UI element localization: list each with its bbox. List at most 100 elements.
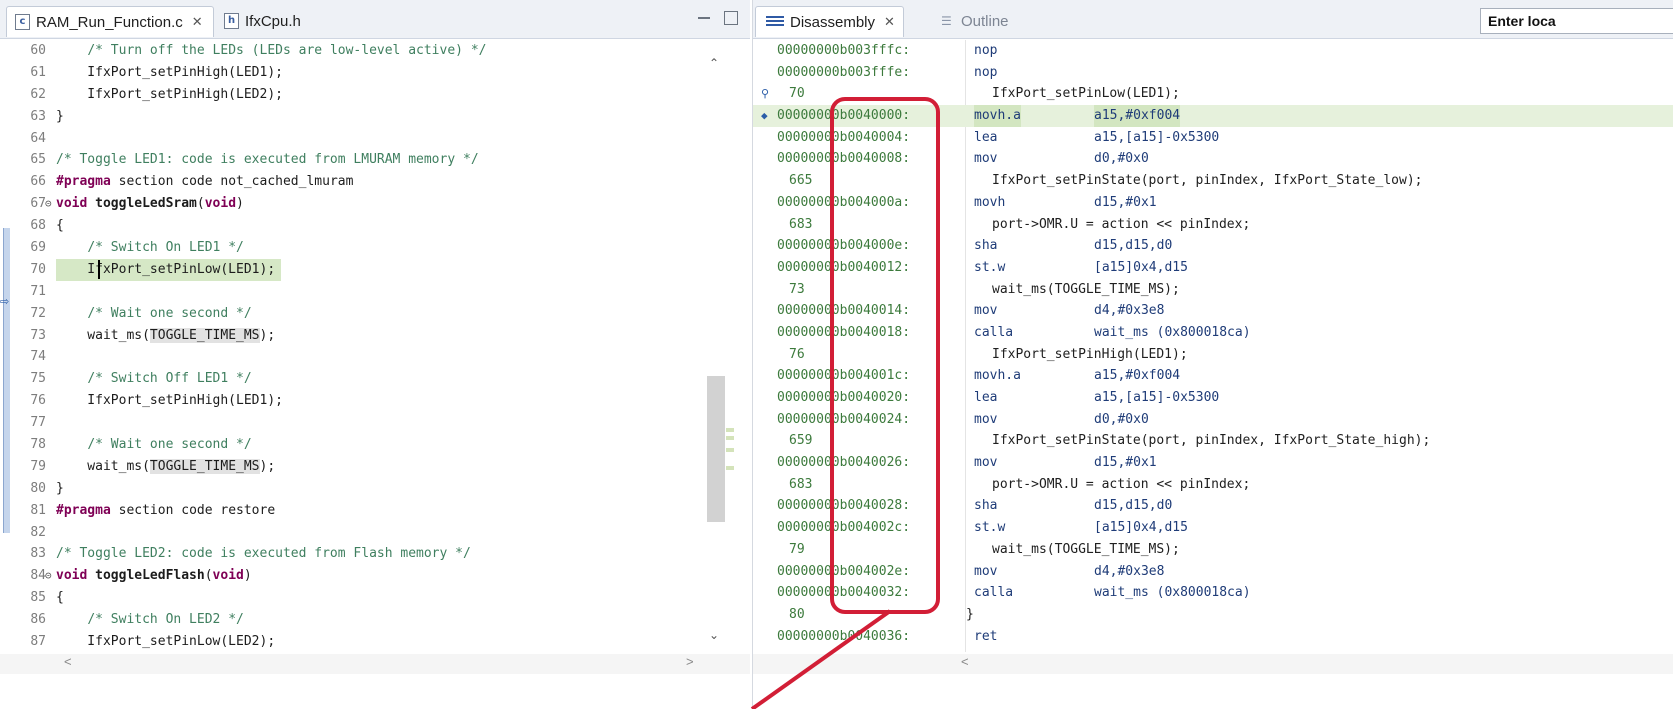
code-line[interactable]: 64	[14, 128, 714, 150]
overview-marker[interactable]	[726, 448, 734, 452]
code-text: /* Wait one second */	[87, 437, 252, 453]
line-number: 82	[30, 524, 46, 540]
code-line[interactable]: 76 IfxPort_setPinHigh(LED1);	[14, 390, 714, 412]
code-text: void toggleLedFlash(void)	[56, 568, 252, 584]
text-caret	[98, 259, 100, 279]
opcode: st.w	[974, 520, 1006, 536]
disassembly-horizontal-scrollbar[interactable]: <	[753, 654, 1673, 674]
code-line[interactable]: 61 IfxPort_setPinHigh(LED1);	[14, 62, 714, 84]
opcode: nop	[974, 43, 998, 58]
range-indicator	[3, 228, 10, 533]
code-line[interactable]: 82	[14, 522, 714, 544]
line-number: 78	[30, 437, 46, 453]
opcode: mov	[974, 303, 998, 319]
code-text: /* Wait one second */	[87, 305, 252, 321]
code-line[interactable]: 62 IfxPort_setPinHigh(LED2);	[14, 84, 714, 106]
maximize-icon[interactable]	[724, 11, 738, 25]
operands: a15,[a15]-0x5300	[1094, 129, 1220, 145]
scroll-right-icon[interactable]: >	[686, 654, 694, 669]
instruction-row[interactable]: 00000000b0040036: ret	[753, 626, 1673, 648]
code-text: wait_ms(TOGGLE_TIME_MS);	[56, 327, 276, 343]
line-number: 75	[30, 371, 46, 387]
instruction-row[interactable]: 00000000b003fffe: nop	[753, 62, 1673, 84]
fold-toggle-icon[interactable]: ⊝	[45, 193, 52, 215]
tab-ifxcpu-h[interactable]: h IfxCpu.h	[216, 6, 301, 36]
scroll-up-icon[interactable]: ⌃	[709, 56, 719, 70]
code-line[interactable]: 66 #pragma section code not_cached_lmuram	[14, 171, 714, 193]
h-file-icon: h	[224, 13, 239, 29]
line-number: 62	[30, 86, 46, 102]
overview-marker[interactable]	[726, 466, 734, 470]
code-line[interactable]: 83 /* Toggle LED2: code is executed from …	[14, 543, 714, 565]
code-text: /* Switch On LED1 */	[87, 240, 244, 256]
line-number: 63	[30, 108, 46, 124]
opcode: movh	[974, 194, 1006, 210]
code-line[interactable]: 68 {	[14, 215, 714, 237]
code-text: IfxPort_setPinLow(LED2);	[56, 634, 276, 650]
code-line[interactable]: 67 ⊝ void toggleLedSram(void)	[14, 193, 714, 215]
overview-marker[interactable]	[726, 428, 734, 432]
code-line[interactable]: 84 ⊝ void toggleLedFlash(void)	[14, 565, 714, 587]
scrollbar-thumb[interactable]	[707, 376, 725, 522]
code-text: IfxPort_setPinHigh(LED1);	[56, 64, 283, 80]
line-number: 69	[30, 240, 46, 256]
line-number: 81	[30, 502, 46, 518]
close-icon[interactable]: ✕	[192, 14, 203, 30]
code-line[interactable]: 60 /* Turn off the LEDs (LEDs are low-le…	[14, 40, 714, 62]
code-line[interactable]: 72 /* Wait one second */	[14, 303, 714, 325]
operands: d15,#0x1	[1094, 194, 1157, 210]
line-number: 87	[30, 634, 46, 650]
line-number: 66	[30, 174, 46, 190]
code-text: }	[56, 480, 64, 496]
scroll-left-icon[interactable]: <	[961, 654, 969, 669]
operands: a15,#0xf004	[1094, 368, 1181, 384]
source-line-number: 683	[789, 476, 813, 492]
code-area[interactable]: 60 /* Turn off the LEDs (LEDs are low-le…	[14, 40, 714, 652]
editor-vertical-scrollbar[interactable]: ⌃ ⌄	[703, 42, 727, 654]
scroll-left-icon[interactable]: <	[64, 654, 72, 669]
code-line[interactable]: 77	[14, 412, 714, 434]
code-line[interactable]: 85 {	[14, 587, 714, 609]
code-line[interactable]: 75 /* Switch Off LED1 */	[14, 368, 714, 390]
line-number: 73	[30, 327, 46, 343]
disassembly-icon	[766, 16, 784, 28]
source-line-text: IfxPort_setPinState(port, pinIndex, IfxP…	[992, 433, 1431, 449]
code-line[interactable]: 73 wait_ms(TOGGLE_TIME_MS);	[14, 325, 714, 347]
line-number: 83	[30, 546, 46, 562]
overview-marker[interactable]	[726, 436, 734, 440]
code-line[interactable]: 65 /* Toggle LED1: code is executed from …	[14, 149, 714, 171]
line-number: 64	[30, 130, 46, 146]
code-line[interactable]: 86 /* Switch On LED2 */	[14, 609, 714, 631]
line-number: 65	[30, 152, 46, 168]
code-line[interactable]: 74	[14, 346, 714, 368]
operands: d15,d15,d0	[1094, 498, 1173, 514]
minimize-icon[interactable]	[698, 11, 710, 19]
code-line-current[interactable]: 70 IfxPort_setPinLow(LED1);	[14, 258, 714, 281]
location-input[interactable]	[1480, 8, 1673, 34]
code-line[interactable]: 80}	[14, 478, 714, 500]
operands: wait_ms (0x800018ca)	[1094, 324, 1251, 340]
code-line[interactable]: 81 #pragma section code restore	[14, 500, 714, 522]
close-icon[interactable]: ✕	[884, 14, 895, 30]
code-line[interactable]: 69 /* Switch On LED1 */	[14, 237, 714, 259]
code-line[interactable]: 78 /* Wait one second */	[14, 434, 714, 456]
code-text: wait_ms(TOGGLE_TIME_MS);	[56, 458, 276, 474]
tab-ram-run-function[interactable]: c RAM_Run_Function.c ✕	[6, 6, 214, 37]
tab-label: IfxCpu.h	[245, 12, 301, 30]
scroll-down-icon[interactable]: ⌄	[709, 628, 719, 642]
code-line[interactable]: 63}	[14, 106, 714, 128]
instruction-row[interactable]: 00000000b003fffc: nop	[753, 40, 1673, 62]
program-counter-icon: ◆	[761, 109, 768, 123]
editor-horizontal-scrollbar[interactable]: < >	[0, 654, 750, 674]
tab-disassembly[interactable]: Disassembly ✕	[755, 6, 904, 37]
fold-toggle-icon[interactable]: ⊝	[45, 565, 52, 587]
code-line[interactable]: 79 wait_ms(TOGGLE_TIME_MS);	[14, 456, 714, 478]
opcode: calla	[974, 585, 1014, 601]
code-text: {	[56, 218, 64, 234]
source-line-number: 76	[789, 346, 805, 362]
source-line-text: wait_ms(TOGGLE_TIME_MS);	[992, 281, 1180, 297]
editor-tab-bar: c RAM_Run_Function.c ✕ h IfxCpu.h	[0, 0, 750, 39]
code-line[interactable]: 87 IfxPort_setPinLow(LED2);	[14, 631, 714, 652]
tab-outline[interactable]: ☰ Outline	[927, 6, 1009, 36]
code-line[interactable]: 71	[14, 281, 714, 303]
